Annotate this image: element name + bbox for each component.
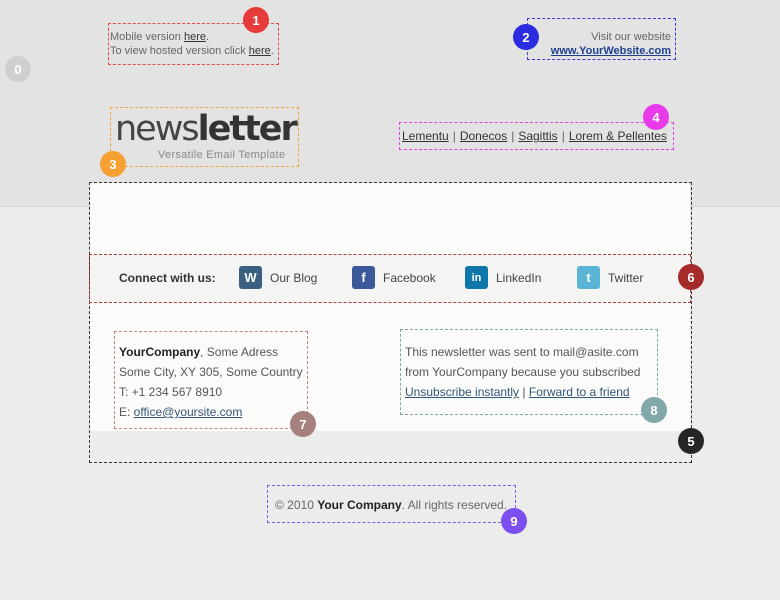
- logo-word-light: news: [115, 109, 200, 149]
- newsletter-logo[interactable]: newsletter: [115, 108, 298, 150]
- notice-line-2: from YourCompany because you subscribed: [405, 365, 641, 379]
- region-marker-5: 5: [678, 428, 704, 454]
- address-line-2: Some City, XY 305, Some Country: [119, 365, 303, 379]
- nav-separator: |: [561, 129, 565, 143]
- unsubscribe-link[interactable]: Unsubscribe instantly: [405, 385, 519, 399]
- region-marker-1: 1: [243, 7, 269, 33]
- social-link-label: Twitter: [608, 270, 644, 285]
- address-email-line: E: office@yoursite.com: [119, 402, 303, 422]
- region-marker-0: 0: [5, 56, 31, 82]
- nav-link-sagittis[interactable]: Sagittis: [518, 129, 557, 143]
- forward-link[interactable]: Forward to a friend: [529, 385, 630, 399]
- social-link-linkedin[interactable]: in LinkedIn: [465, 266, 541, 289]
- address-line-1: YourCompany, Some Adress: [119, 342, 303, 362]
- logo-word-bold: letter: [197, 109, 298, 149]
- connect-label: Connect with us:: [119, 271, 216, 285]
- region-marker-3: 3: [100, 151, 126, 177]
- mobile-version-text: Mobile version here.: [110, 30, 209, 44]
- logo-tagline: Versatile Email Template: [158, 149, 286, 161]
- notice-links: Unsubscribe instantly | Forward to a fri…: [405, 382, 640, 402]
- linkedin-icon: in: [465, 266, 488, 289]
- facebook-icon: f: [352, 266, 375, 289]
- nav-link-lementu[interactable]: Lementu: [402, 129, 449, 143]
- region-marker-7: 7: [290, 411, 316, 437]
- region-marker-9: 9: [501, 508, 527, 534]
- copyright-company: Your Company: [317, 498, 402, 512]
- email-link[interactable]: office@yoursite.com: [134, 405, 243, 419]
- region-marker-2: 2: [513, 24, 539, 50]
- social-link-label: Our Blog: [270, 270, 318, 285]
- nav-link-donecos[interactable]: Donecos: [460, 129, 507, 143]
- copyright-suffix: . All rights reserved.: [401, 498, 508, 512]
- hosted-version-link[interactable]: here: [249, 45, 271, 57]
- social-link-label: Facebook: [383, 270, 436, 285]
- mobile-version-label: Mobile version: [110, 31, 184, 43]
- website-link-wrap: www.YourWebsite.com: [530, 44, 671, 58]
- copyright-prefix: © 2010: [275, 498, 318, 512]
- address-street: , Some Adress: [200, 345, 279, 359]
- copyright-text: © 2010 Your Company. All rights reserved…: [275, 498, 507, 512]
- wordpress-icon: W: [239, 266, 262, 289]
- visit-website-label: Visit our website: [591, 31, 671, 43]
- mobile-version-suffix: .: [206, 31, 210, 43]
- company-address: YourCompany, Some Adress Some City, XY 3…: [119, 342, 303, 422]
- hosted-version-label: To view hosted version click: [110, 45, 249, 57]
- nav-separator: |: [452, 129, 456, 143]
- social-link-facebook[interactable]: f Facebook: [352, 266, 436, 289]
- notice-separator: |: [519, 385, 529, 399]
- mobile-version-link[interactable]: here: [184, 31, 206, 43]
- twitter-icon: t: [577, 266, 600, 289]
- email-prefix: E:: [119, 405, 134, 419]
- region-marker-6: 6: [678, 264, 704, 290]
- nav-separator: |: [511, 129, 515, 143]
- company-name: YourCompany: [119, 345, 201, 359]
- top-navigation: Lementu | Donecos | Sagittis | Lorem & Pellent…: [402, 129, 667, 143]
- subscription-notice: This newsletter was sent to mail@asite.c…: [405, 342, 640, 402]
- hosted-version-suffix: .: [270, 45, 274, 57]
- nav-link-lorem-pellentes[interactable]: Lorem & Pellentes: [569, 129, 667, 143]
- hosted-version-text: To view hosted version click here.: [110, 44, 274, 58]
- region-marker-8: 8: [641, 397, 667, 423]
- address-phone: T: +1 234 567 8910: [119, 385, 223, 399]
- social-link-label: LinkedIn: [496, 270, 542, 285]
- website-link[interactable]: www.YourWebsite.com: [551, 45, 671, 57]
- social-link-blog[interactable]: W Our Blog: [239, 266, 317, 289]
- social-link-twitter[interactable]: t Twitter: [577, 266, 643, 289]
- notice-line-1: This newsletter was sent to mail@asite.c…: [405, 345, 639, 359]
- region-marker-4: 4: [643, 104, 669, 130]
